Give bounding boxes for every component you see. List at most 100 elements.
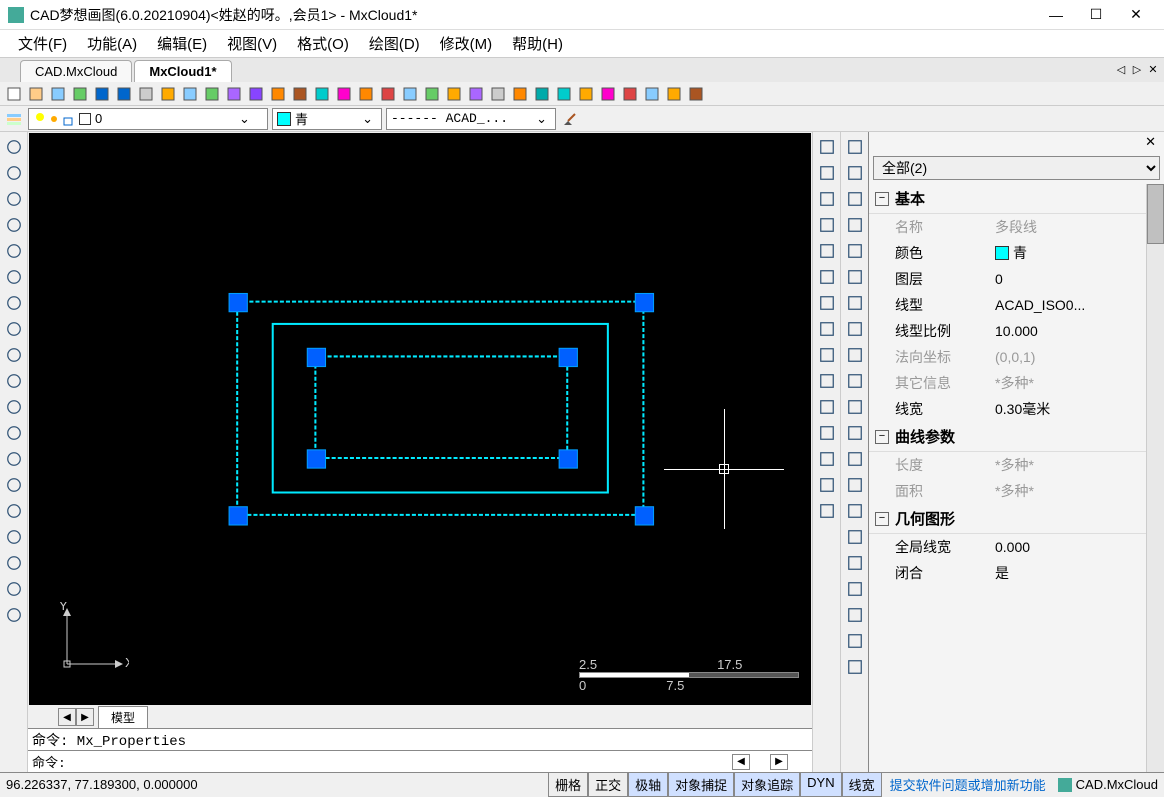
- toolbar-button-19[interactable]: [422, 84, 442, 104]
- selection-filter-combo[interactable]: 全部(2): [873, 156, 1160, 180]
- toolbar-button-9[interactable]: [202, 84, 222, 104]
- toolbar-button-29[interactable]: [642, 84, 662, 104]
- a-icon[interactable]: [844, 604, 866, 626]
- mode-toggle[interactable]: 正交: [588, 772, 628, 797]
- drawing-canvas[interactable]: Y X 2.517.5 07.5: [29, 133, 811, 705]
- toolbar-button-2[interactable]: [48, 84, 68, 104]
- layers-icon[interactable]: [844, 162, 866, 184]
- table-icon[interactable]: [3, 552, 25, 574]
- toolbar-button-20[interactable]: [444, 84, 464, 104]
- toolbar-button-8[interactable]: [180, 84, 200, 104]
- model-tab[interactable]: 模型: [98, 706, 148, 729]
- chevron-down-icon[interactable]: ⌄: [235, 111, 254, 127]
- toolbar-button-25[interactable]: [554, 84, 574, 104]
- tab-close-icon[interactable]: ✕: [1146, 62, 1160, 76]
- toolbar-button-10[interactable]: [224, 84, 244, 104]
- prop-row[interactable]: 线宽0.30毫米: [869, 396, 1164, 422]
- prop-section[interactable]: −几何图形: [869, 504, 1164, 534]
- spline-icon[interactable]: [3, 370, 25, 392]
- scrollbar[interactable]: [1146, 184, 1164, 772]
- tangent-icon[interactable]: [844, 344, 866, 366]
- feedback-link[interactable]: 提交软件问题或增加新功能: [890, 775, 1046, 794]
- brush-icon[interactable]: [560, 109, 580, 129]
- copy-icon[interactable]: [816, 136, 838, 158]
- collapse-icon[interactable]: −: [875, 192, 889, 206]
- prop-value[interactable]: 0.000: [995, 537, 1158, 557]
- toolbar-button-4[interactable]: [92, 84, 112, 104]
- mode-toggle[interactable]: DYN: [800, 772, 841, 797]
- toolbar-button-15[interactable]: [334, 84, 354, 104]
- perp-icon[interactable]: [844, 370, 866, 392]
- scale-icon[interactable]: [816, 292, 838, 314]
- offset-icon[interactable]: [816, 188, 838, 210]
- toolbar-button-0[interactable]: [4, 84, 24, 104]
- menu-0[interactable]: 文件(F): [8, 29, 77, 58]
- trim-icon[interactable]: [816, 344, 838, 366]
- ray-icon[interactable]: [3, 162, 25, 184]
- toolbar-button-31[interactable]: [686, 84, 706, 104]
- revcloud-icon[interactable]: [3, 344, 25, 366]
- text2-icon[interactable]: [844, 578, 866, 600]
- chevron-down-icon[interactable]: ⌄: [358, 111, 377, 127]
- tab-scroll-right[interactable]: ▶: [76, 708, 94, 726]
- mode-toggle[interactable]: 对象追踪: [734, 772, 800, 797]
- extend-icon[interactable]: [816, 370, 838, 392]
- fillet-icon[interactable]: [816, 474, 838, 496]
- menu-5[interactable]: 绘图(D): [359, 29, 430, 58]
- target-icon[interactable]: [844, 214, 866, 236]
- prop-row[interactable]: 颜色青: [869, 240, 1164, 266]
- measure-icon[interactable]: [844, 240, 866, 262]
- toolbar-button-18[interactable]: [400, 84, 420, 104]
- arc2-icon[interactable]: [844, 318, 866, 340]
- prop-row[interactable]: 线型ACAD_ISO0...: [869, 292, 1164, 318]
- command-input[interactable]: [66, 754, 732, 769]
- mode-toggle[interactable]: 极轴: [628, 772, 668, 797]
- panel-close-icon[interactable]: ✕: [1141, 134, 1160, 150]
- dimrad-icon[interactable]: [844, 474, 866, 496]
- dimang-icon[interactable]: [844, 448, 866, 470]
- curve-icon[interactable]: [844, 396, 866, 418]
- color-combo[interactable]: 青 ⌄: [272, 108, 382, 130]
- point-icon[interactable]: [3, 448, 25, 470]
- menu-3[interactable]: 视图(V): [217, 29, 287, 58]
- toolbar-button-28[interactable]: [620, 84, 640, 104]
- toolbar-button-7[interactable]: [158, 84, 178, 104]
- hexagon-icon[interactable]: [3, 240, 25, 262]
- join-icon[interactable]: [816, 422, 838, 444]
- maximize-button[interactable]: ☐: [1076, 1, 1116, 29]
- mtext-icon[interactable]: [3, 526, 25, 548]
- toolbar-button-6[interactable]: [136, 84, 156, 104]
- explode-icon[interactable]: [816, 500, 838, 522]
- mode-toggle[interactable]: 对象捕捉: [668, 772, 734, 797]
- align-icon[interactable]: [844, 292, 866, 314]
- prop-value[interactable]: 青: [995, 243, 1158, 263]
- gear-icon[interactable]: [844, 656, 866, 678]
- hatch-icon[interactable]: [3, 578, 25, 600]
- layer-manager-icon[interactable]: [4, 109, 24, 129]
- toolbar-button-17[interactable]: [378, 84, 398, 104]
- toolbar-button-24[interactable]: [532, 84, 552, 104]
- toolbar-button-5[interactable]: [114, 84, 134, 104]
- document-tab-0[interactable]: CAD.MxCloud: [20, 60, 132, 82]
- toolbar-button-27[interactable]: [598, 84, 618, 104]
- minimize-button[interactable]: —: [1036, 1, 1076, 29]
- layer-combo[interactable]: ⌄: [28, 108, 268, 130]
- chevron-down-icon[interactable]: ⌄: [532, 111, 551, 127]
- mode-toggle[interactable]: 线宽: [842, 772, 882, 797]
- toolbar-button-3[interactable]: [70, 84, 90, 104]
- line-icon[interactable]: [3, 136, 25, 158]
- mirror-icon[interactable]: [816, 162, 838, 184]
- stretch-icon[interactable]: [816, 318, 838, 340]
- linetype-combo[interactable]: ------ ACAD_... ⌄: [386, 108, 556, 130]
- toolbar-button-14[interactable]: [312, 84, 332, 104]
- polygon-icon[interactable]: [3, 214, 25, 236]
- document-tab-1[interactable]: MxCloud1*: [134, 60, 231, 82]
- menu-4[interactable]: 格式(O): [287, 29, 359, 58]
- prop-value[interactable]: ACAD_ISO0...: [995, 295, 1158, 315]
- mode-toggle[interactable]: 栅格: [548, 772, 588, 797]
- array-icon[interactable]: [816, 214, 838, 236]
- prop-row[interactable]: 全局线宽0.000: [869, 534, 1164, 560]
- prop-row[interactable]: 闭合是: [869, 560, 1164, 586]
- prop-row[interactable]: 线型比例10.000: [869, 318, 1164, 344]
- toolbar-button-1[interactable]: [26, 84, 46, 104]
